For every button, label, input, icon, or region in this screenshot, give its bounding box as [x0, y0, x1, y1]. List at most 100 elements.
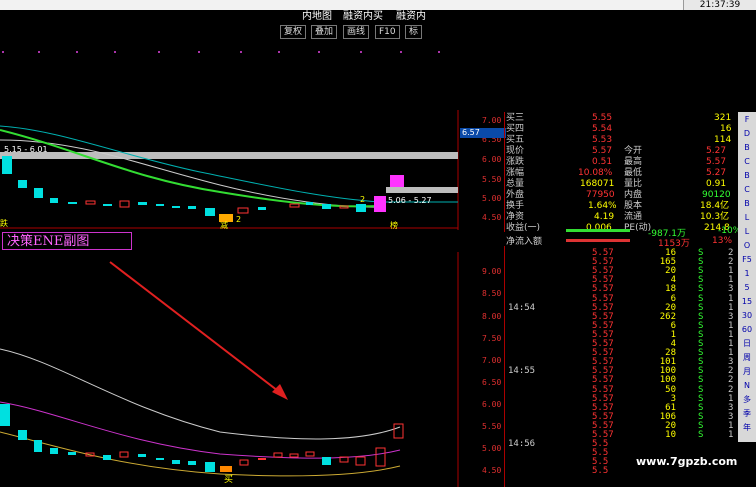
arrow-line [109, 261, 283, 395]
sidebar-button[interactable]: 多 [740, 394, 754, 406]
quote-value: 5.57 [592, 146, 613, 156]
quote-right-value: 18.4亿 [700, 201, 730, 211]
subchart-title: 决策ENE副图 [2, 232, 132, 250]
sidebar-button[interactable]: F5 [740, 254, 754, 266]
sub-axis-550: 5.50 [482, 422, 502, 431]
menu-item-margin-buy[interactable]: 融资内买 [343, 10, 383, 24]
sidebar-button[interactable]: 30 [740, 310, 754, 322]
menu-item-chart[interactable]: 内地图 [302, 10, 332, 24]
sidebar-button[interactable]: 季 [740, 408, 754, 420]
sub-axis-650: 6.50 [482, 378, 502, 387]
quote-row: 买五 5.53 114 [506, 135, 736, 146]
ene-subchart[interactable]: 买 [0, 252, 460, 487]
axis-label-550: 5.50 [482, 175, 502, 184]
quote-label: 现价 [506, 146, 525, 156]
main-kline-chart[interactable]: 5.15 - 6.01 5.06 - 5.27 跌 减 2 2 榜 [0, 110, 460, 230]
sidebar-button[interactable]: C [740, 156, 754, 168]
quote-right-label: 最低 [624, 168, 643, 178]
watermark: www.7gpzb.com [636, 455, 738, 468]
mark-button[interactable]: 标 [405, 25, 423, 39]
sidebar-button[interactable]: N [740, 380, 754, 392]
quote-label: 买三 [506, 113, 525, 123]
quote-value: 0.51 [592, 157, 613, 167]
quote-right-value: 321 [714, 113, 732, 123]
ene-middle-line [0, 401, 401, 459]
tick-row: 5.5 [506, 466, 738, 477]
sub-axis-750: 7.50 [482, 334, 502, 343]
quote-row: 买三 5.55 321 [506, 113, 736, 124]
quote-right-label: 流通 [624, 212, 643, 222]
ma-white-line [0, 139, 381, 208]
quote-row: 总量 168071 量比 0.91 [506, 179, 736, 190]
quote-value: 77950 [586, 190, 615, 200]
quote-value: 5.54 [592, 124, 613, 134]
quote-row: 现价 5.57 今开 5.27 [506, 146, 736, 157]
sidebar-button[interactable]: B [740, 198, 754, 210]
sub-axis-800: 8.00 [482, 312, 502, 321]
sub-axis-700: 7.00 [482, 356, 502, 365]
sidebar-button[interactable]: 60 [740, 324, 754, 336]
marker-buy2: 2 [236, 215, 241, 224]
sidebar-button[interactable]: L [740, 212, 754, 224]
quote-right-value: 10.3亿 [700, 212, 730, 222]
chart-toolbar: 复权 叠加 画线 F10 标 [0, 24, 430, 39]
marker-right: 榜 [390, 220, 398, 230]
sidebar-button[interactable]: L [740, 226, 754, 238]
tick-price: 5.5 [592, 466, 609, 477]
menu-bar: 内地图 融资内买 融资内 [0, 10, 430, 24]
quote-value: 5.53 [592, 135, 613, 145]
restore-rights-button[interactable]: 复权 [280, 25, 307, 39]
sidebar-button[interactable]: 15 [740, 296, 754, 308]
quote-right-label: 最高 [624, 157, 643, 167]
quote-row: 外盘 77950 内盘 90120 [506, 190, 736, 201]
quote-right-value: 0.91 [706, 179, 727, 189]
flow-bar-in [566, 239, 630, 242]
sub-axis-450: 4.50 [482, 466, 502, 475]
draw-line-button[interactable]: 画线 [343, 25, 370, 39]
f10-button[interactable]: F10 [375, 25, 400, 39]
ma-green-line [0, 129, 381, 208]
sidebar-button[interactable]: 年 [740, 422, 754, 434]
quote-label: 总量 [506, 179, 525, 189]
quote-value: 5.55 [592, 113, 613, 123]
quote-label: 买五 [506, 135, 525, 145]
sidebar-button[interactable]: B [740, 170, 754, 182]
quote-value: 1.64% [588, 201, 617, 211]
sidebar-button[interactable]: C [740, 184, 754, 196]
sidebar-button[interactable]: 月 [740, 366, 754, 378]
quote-right-label: 内盘 [624, 190, 643, 200]
overlay-button[interactable]: 叠加 [311, 25, 338, 39]
sidebar-button[interactable]: 5 [740, 282, 754, 294]
quote-row: 换手 1.64% 股本 18.4亿 [506, 201, 736, 212]
quote-row: 买四 5.54 16 [506, 124, 736, 135]
sidebar-button[interactable]: 1 [740, 268, 754, 280]
sub-axis-900: 9.00 [482, 267, 502, 276]
quote-label: 换手 [506, 201, 525, 211]
window-title-bar [0, 0, 756, 10]
sidebar-button[interactable]: O [740, 240, 754, 252]
quote-right-label: 今开 [624, 146, 643, 156]
sidebar-button[interactable]: 日 [740, 338, 754, 350]
flow-in-pct: 13% [712, 236, 733, 246]
quote-right-value: 114 [714, 135, 732, 145]
quote-row: 涨幅 10.08% 最低 5.27 [506, 168, 736, 179]
sub-axis-600: 6.00 [482, 400, 502, 409]
quote-label: 买四 [506, 124, 525, 134]
sidebar-button[interactable]: D [740, 128, 754, 140]
band-right-label: 5.06 - 5.27 [388, 196, 432, 205]
quote-right-value: 5.57 [706, 157, 727, 167]
menu-item-margin[interactable]: 融资内 [396, 10, 426, 24]
sidebar-button[interactable]: F [740, 114, 754, 126]
quote-row: 涨跌 0.51 最高 5.57 [506, 157, 736, 168]
flow-bar-out [566, 229, 630, 232]
sidebar-button[interactable]: B [740, 142, 754, 154]
marker-buy: 减 [220, 220, 228, 230]
sub-buy-marker: 买 [224, 474, 233, 485]
ene-upper-line [0, 348, 401, 440]
quote-right-label: 股本 [624, 201, 643, 211]
quote-label: 收益(一) [506, 223, 541, 233]
sidebar-button[interactable]: 周 [740, 352, 754, 364]
axis-label-500: 5.00 [482, 194, 502, 203]
band-left-label: 5.15 - 6.01 [4, 145, 48, 154]
quote-right-label: 量比 [624, 179, 643, 189]
